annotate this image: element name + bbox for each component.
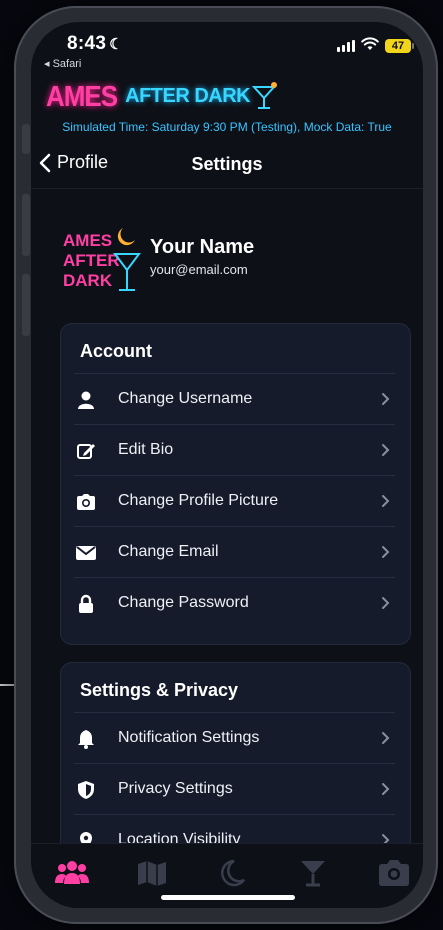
status-time-text: 8:43 <box>67 33 107 54</box>
shield-icon <box>78 781 94 799</box>
chevron-right-icon <box>382 444 390 456</box>
cocktail-logo-icon <box>252 82 278 109</box>
edit-icon <box>77 444 95 459</box>
screen: 8:43 ☾ ◂ Safari 47 AMES AFTER DARK Simula… <box>31 22 423 908</box>
edge-marker <box>0 684 14 686</box>
settings-privacy-section-title: Settings & Privacy <box>80 680 239 700</box>
lock-icon <box>79 594 93 613</box>
volume-up-button <box>22 194 30 256</box>
page-title: Settings <box>191 154 263 174</box>
battery-icon: 47 <box>385 39 414 53</box>
chevron-right-icon <box>382 597 390 609</box>
users-icon[interactable] <box>54 858 90 888</box>
profile-summary: AMES AFTER DARK Your Name your@email.com <box>61 222 401 298</box>
navigation-bar: Profile Settings <box>31 140 423 189</box>
map-icon[interactable] <box>134 858 170 888</box>
change-email-label: Change Email <box>118 543 219 560</box>
avatar[interactable]: AMES AFTER DARK <box>61 222 141 298</box>
edit-bio-label: Edit Bio <box>118 441 174 458</box>
change-password-row[interactable]: Change Password <box>74 577 395 629</box>
app-logo: AMES AFTER DARK <box>46 78 278 112</box>
profile-name: Your Name <box>150 236 255 258</box>
simulated-time-banner: Simulated Time: Saturday 9:30 PM (Testin… <box>62 120 392 134</box>
change-password-label: Change Password <box>118 594 249 611</box>
user-icon <box>78 391 94 409</box>
edit-bio-row[interactable]: Edit Bio <box>74 424 395 476</box>
status-time: 8:43 ☾ <box>67 33 123 55</box>
privacy-settings-row[interactable]: Privacy Settings <box>74 763 395 815</box>
change-username-row[interactable]: Change Username <box>74 373 395 425</box>
account-section-title: Account <box>80 341 152 361</box>
avatar-line-2: AFTER <box>63 251 120 270</box>
account-card: Account Change Username Edit Bio Change … <box>60 323 411 645</box>
tab-bar <box>31 843 423 908</box>
avatar-line-3: DARK <box>63 271 113 290</box>
camera-icon <box>77 494 95 510</box>
home-indicator[interactable] <box>161 895 295 900</box>
profile-email: your@email.com <box>150 262 248 277</box>
camera-tab-icon[interactable] <box>376 858 412 888</box>
chevron-right-icon <box>382 393 390 405</box>
change-profile-picture-label: Change Profile Picture <box>118 492 279 509</box>
change-username-label: Change Username <box>118 390 253 407</box>
chevron-right-icon <box>382 732 390 744</box>
moon-icon[interactable] <box>214 858 250 888</box>
notification-settings-row[interactable]: Notification Settings <box>74 712 395 764</box>
status-bar: 8:43 ☾ ◂ Safari 47 <box>31 22 423 72</box>
focus-moon-icon: ☾ <box>109 36 123 53</box>
chevron-right-icon <box>382 783 390 795</box>
avatar-line-1: AMES <box>63 231 112 250</box>
cellular-signal-icon <box>337 40 355 52</box>
notification-settings-label: Notification Settings <box>118 729 260 746</box>
privacy-settings-label: Privacy Settings <box>118 780 233 797</box>
bell-icon <box>78 730 94 749</box>
back-to-safari-link[interactable]: ◂ Safari <box>44 57 81 70</box>
logo-ames-text: AMES <box>46 78 118 112</box>
chevron-right-icon <box>382 495 390 507</box>
cocktail-icon[interactable] <box>295 858 331 888</box>
logo-after-dark-text: AFTER DARK <box>125 84 251 107</box>
envelope-icon <box>76 546 96 560</box>
chevron-right-icon <box>382 546 390 558</box>
change-email-row[interactable]: Change Email <box>74 526 395 578</box>
wifi-icon <box>361 37 379 50</box>
change-profile-picture-row[interactable]: Change Profile Picture <box>74 475 395 527</box>
volume-down-button <box>22 274 30 336</box>
mute-switch <box>22 124 30 154</box>
